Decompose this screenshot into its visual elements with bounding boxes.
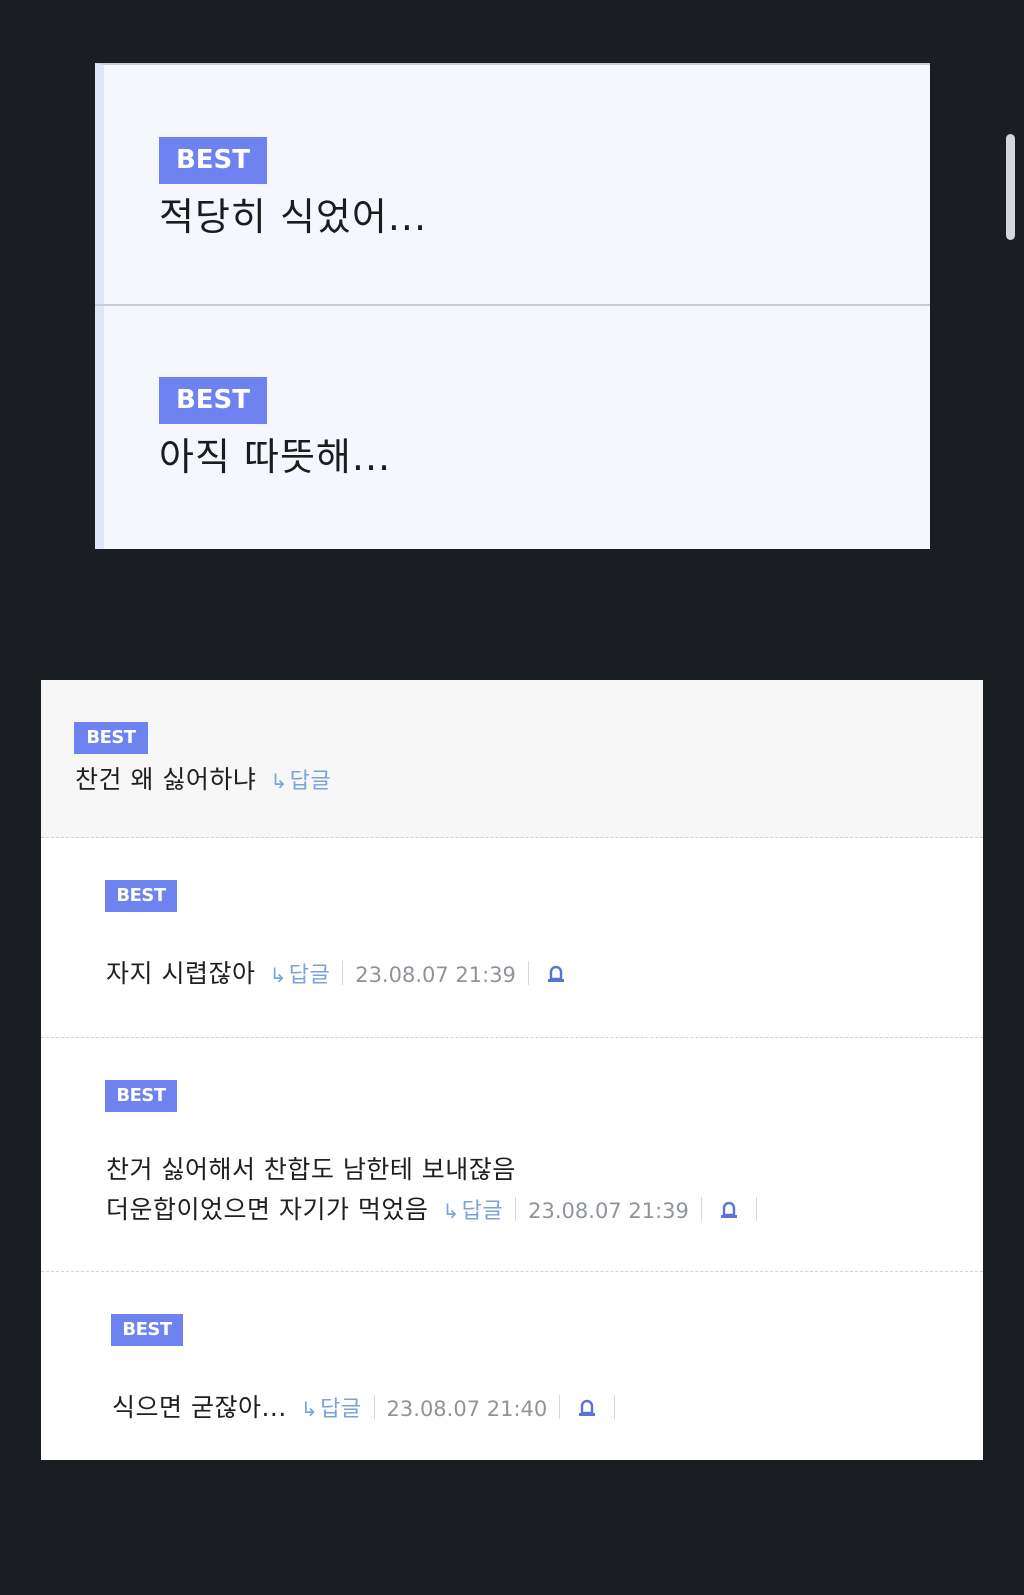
comment-text: 적당히 식었어... — [159, 195, 428, 239]
best-badge: BEST — [105, 880, 177, 912]
separator — [700, 1197, 702, 1221]
comment-line: 식으면 굳잖아... ↳답글 23.08.07 21:40 — [112, 1388, 627, 1425]
reply-arrow-icon: ↳ — [300, 1397, 319, 1421]
best-badge: BEST — [111, 1314, 183, 1346]
comment-text: 식으면 굳잖아... — [112, 1393, 287, 1422]
reply-link[interactable]: ↳답글 — [301, 1397, 362, 1422]
separator — [559, 1395, 561, 1419]
reply-arrow-icon: ↳ — [269, 963, 287, 987]
comment-text: 자지 시렵잖아 — [106, 959, 256, 988]
best-badge: BEST — [74, 722, 148, 754]
comment-text: 찬거 싫어해서 찬합도 남한테 보내잖음 — [106, 1155, 516, 1184]
comment-line-2: 더운합이었으면 자기가 먹었음 ↳답글 23.08.07 21:39 — [106, 1190, 769, 1227]
reply-link[interactable]: ↳답글 — [442, 1199, 503, 1224]
timestamp: 23.08.07 21:39 — [528, 1199, 689, 1223]
comment-line-1: 찬거 싫어해서 찬합도 남한테 보내잖음 — [106, 1150, 516, 1186]
best-badge: BEST — [105, 1080, 177, 1112]
bell-icon[interactable] — [718, 1198, 740, 1227]
comment-line: 찬건 왜 싫어하냐 ↳답글 — [75, 760, 331, 796]
comment-text: 더운합이었으면 자기가 먹었음 — [106, 1195, 429, 1224]
reply-arrow-icon: ↳ — [270, 769, 288, 793]
comment-row: BEST 찬거 싫어해서 찬합도 남한테 보내잖음 더운합이었으면 자기가 먹었… — [41, 1038, 983, 1272]
separator — [755, 1197, 757, 1221]
best-comment-item: BEST 적당히 식었어... — [159, 137, 427, 241]
timestamp: 23.08.07 21:39 — [355, 963, 516, 987]
best-comments-panel-top: BEST 적당히 식었어... BEST 아직 따뜻해... — [95, 63, 930, 549]
separator — [515, 1197, 517, 1221]
comment-row: BEST 식으면 굳잖아... ↳답글 23.08.07 21:40 — [41, 1272, 983, 1460]
bell-icon[interactable] — [576, 1396, 598, 1425]
reply-link[interactable]: ↳답글 — [269, 963, 330, 988]
best-comment-item: BEST 아직 따뜻해... — [159, 377, 391, 481]
best-badge: BEST — [159, 377, 267, 424]
separator — [527, 961, 529, 985]
best-badge: BEST — [159, 137, 267, 184]
comment-row: BEST 자지 시렵잖아 ↳답글 23.08.07 21:39 — [41, 838, 983, 1038]
separator — [614, 1395, 616, 1419]
reply-arrow-icon: ↳ — [442, 1199, 460, 1223]
comment-row: BEST 찬건 왜 싫어하냐 ↳답글 — [41, 680, 983, 838]
timestamp: 23.08.07 21:40 — [386, 1397, 548, 1421]
comment-text: 아직 따뜻해... — [159, 435, 392, 479]
comment-line: 자지 시렵잖아 ↳답글 23.08.07 21:39 — [106, 954, 571, 991]
scrollbar-thumb[interactable] — [1006, 134, 1015, 240]
best-comments-panel-bottom: BEST 찬건 왜 싫어하냐 ↳답글 BEST 자지 시렵잖아 ↳답글 23.08.0… — [41, 680, 983, 1460]
comment-text: 찬건 왜 싫어하냐 — [75, 765, 257, 794]
bell-icon[interactable] — [545, 962, 567, 991]
reply-link[interactable]: ↳답글 — [270, 769, 331, 794]
divider — [95, 304, 930, 306]
separator — [342, 961, 344, 985]
separator — [373, 1395, 375, 1419]
